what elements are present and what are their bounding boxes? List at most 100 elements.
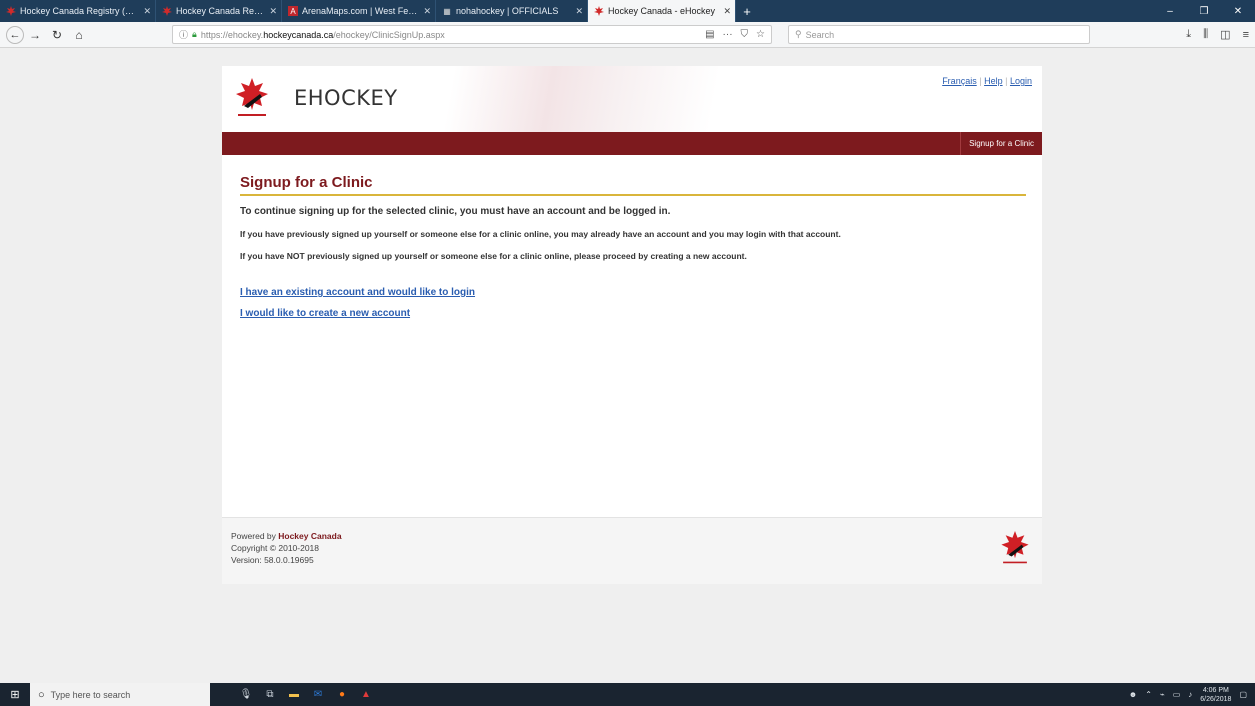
- search-icon: ⚲: [795, 29, 802, 39]
- browser-tab[interactable]: A ArenaMaps.com | West Ferris C ✕: [282, 0, 436, 22]
- site-container: EHOCKEY Français | Help | Login Signup f…: [222, 66, 1042, 584]
- new-account-text: If you have NOT previously signed up you…: [240, 251, 747, 261]
- header-links: Français | Help | Login: [942, 76, 1032, 86]
- close-tab-icon[interactable]: ✕: [143, 6, 151, 17]
- browser-tab[interactable]: Hockey Canada Registry (HCR) ✕: [156, 0, 282, 22]
- footer-text: Powered by Hockey Canada Copyright © 201…: [231, 530, 342, 566]
- volume-icon[interactable]: ♪: [1188, 690, 1192, 699]
- show-hidden-icons[interactable]: ⌃: [1145, 690, 1152, 699]
- hockey-canada-favicon-icon: [6, 6, 16, 16]
- toolbar-right: ⤓ ⫼ ◫ ≡: [1186, 25, 1249, 44]
- previous-account-text: If you have previously signed up yoursel…: [240, 229, 841, 239]
- menu-icon[interactable]: ≡: [1243, 29, 1249, 41]
- hockey-canada-favicon-icon: [594, 6, 604, 16]
- downloads-icon[interactable]: ⤓: [1186, 28, 1191, 41]
- firefox-icon[interactable]: ●: [330, 683, 354, 706]
- close-tab-icon[interactable]: ✕: [423, 6, 431, 17]
- cortana-circle-icon: ○: [38, 688, 45, 701]
- minimize-button[interactable]: –: [1153, 0, 1187, 22]
- bookmark-star-icon[interactable]: ☆: [756, 29, 765, 40]
- powered-by-line: Powered by Hockey Canada: [231, 530, 342, 542]
- powered-by-label: Powered by: [231, 531, 279, 541]
- main-content: Signup for a Clinic To continue signing …: [240, 174, 1026, 319]
- close-tab-icon[interactable]: ✕: [269, 6, 277, 17]
- browser-tab[interactable]: Hockey Canada Registry (HCR) ✕: [0, 0, 156, 22]
- url-host: hockeycanada.ca: [263, 29, 334, 40]
- url-path: /ehockey/ClinicSignUp.aspx: [333, 29, 445, 40]
- lock-icon: 🔒︎: [192, 29, 197, 39]
- help-link[interactable]: Help: [984, 76, 1003, 86]
- taskbar-search[interactable]: ○ Type here to search: [30, 683, 210, 706]
- system-tray: ☻ ⌃ ⌁ ▭ ♪ 4:06 PM 6/26/2018 ▢: [1129, 683, 1255, 706]
- microphone-icon[interactable]: 🎙︎: [234, 683, 258, 706]
- home-icon[interactable]: ⌂: [68, 25, 90, 45]
- site-footer: Powered by Hockey Canada Copyright © 201…: [222, 517, 1042, 584]
- url-prefix: https://ehockey.: [200, 29, 264, 40]
- clock[interactable]: 4:06 PM 6/26/2018: [1200, 686, 1231, 704]
- taskbar-apps: 🎙︎ ⧉ ▬ ✉ ● ▲: [234, 683, 378, 706]
- new-tab-button[interactable]: +: [736, 0, 758, 22]
- close-tab-icon[interactable]: ✕: [723, 6, 731, 17]
- back-icon[interactable]: ←: [6, 25, 24, 44]
- library-icon[interactable]: ⫼: [1203, 28, 1208, 41]
- sidebar-icon[interactable]: ◫: [1220, 28, 1230, 41]
- nav-signup-clinic[interactable]: Signup for a Clinic: [960, 132, 1042, 155]
- page-title: Signup for a Clinic: [240, 174, 1026, 196]
- url-tools: ▤ ··· ⛉ ☆: [705, 26, 771, 43]
- french-link[interactable]: Français: [942, 76, 977, 86]
- site-favicon-icon: ▦: [443, 6, 451, 16]
- browser-nav-bar: ← → ↻ ⌂ ⓘ 🔒︎ https://ehockey. hockeycanad…: [0, 22, 1255, 48]
- intro-text: To continue signing up for the selected …: [240, 206, 671, 217]
- notifications-icon[interactable]: ▢: [1239, 690, 1247, 699]
- network-icon[interactable]: ⌁: [1160, 690, 1165, 699]
- tab-title: ArenaMaps.com | West Ferris C: [302, 6, 420, 16]
- search-box[interactable]: ⚲ Search: [788, 25, 1090, 44]
- battery-icon[interactable]: ▭: [1173, 690, 1181, 699]
- clock-date: 6/26/2018: [1200, 695, 1232, 703]
- link-separator: |: [1005, 76, 1008, 86]
- pdf-reader-icon[interactable]: ▲: [354, 683, 378, 706]
- browser-tab-active[interactable]: Hockey Canada - eHockey ✕: [588, 0, 736, 22]
- reader-view-icon[interactable]: ▤: [705, 29, 714, 40]
- taskbar-search-placeholder: Type here to search: [50, 689, 131, 700]
- site-header: EHOCKEY Français | Help | Login: [222, 66, 1042, 132]
- arenamaps-favicon-icon: A: [288, 6, 298, 16]
- close-window-button[interactable]: ✕: [1221, 0, 1255, 22]
- outlook-icon[interactable]: ✉: [306, 683, 330, 706]
- login-link[interactable]: Login: [1010, 76, 1032, 86]
- clock-time: 4:06 PM: [1202, 686, 1229, 694]
- search-placeholder: Search: [805, 29, 835, 40]
- window-controls: – ❐ ✕: [1153, 0, 1255, 22]
- browser-tab[interactable]: ▦ nohahockey | OFFICIALS ✕: [436, 0, 588, 22]
- tab-title: Hockey Canada Registry (HCR): [20, 6, 140, 16]
- windows-start-icon[interactable]: ⊞: [0, 683, 30, 706]
- footer-hockey-canada-logo-icon: [1001, 531, 1029, 564]
- page-actions-icon[interactable]: ···: [723, 29, 733, 40]
- people-icon[interactable]: ☻: [1129, 690, 1137, 699]
- reload-icon[interactable]: ↻: [46, 25, 68, 45]
- address-bar[interactable]: ⓘ 🔒︎ https://ehockey. hockeycanada.ca/eho…: [172, 25, 772, 44]
- existing-account-login-link[interactable]: I have an existing account and would lik…: [240, 287, 1026, 298]
- hockey-canada-favicon-icon: [162, 6, 172, 16]
- tab-title: Hockey Canada - eHockey: [608, 6, 716, 16]
- hockey-canada-logo-icon[interactable]: [232, 76, 272, 120]
- create-account-link[interactable]: I would like to create a new account: [240, 308, 1026, 319]
- link-separator: |: [979, 76, 982, 86]
- pocket-icon[interactable]: ⛉: [741, 29, 749, 40]
- task-view-icon[interactable]: ⧉: [258, 683, 282, 706]
- version-text: Version: 58.0.0.19695: [231, 555, 314, 565]
- forward-icon[interactable]: →: [24, 25, 46, 45]
- close-tab-icon[interactable]: ✕: [575, 6, 583, 17]
- tab-title: nohahockey | OFFICIALS: [456, 6, 559, 16]
- site-brand: EHOCKEY: [294, 86, 398, 110]
- tab-title: Hockey Canada Registry (HCR): [176, 6, 266, 16]
- browser-tab-bar: Hockey Canada Registry (HCR) ✕ Hockey Ca…: [0, 0, 1255, 22]
- powered-by-link[interactable]: Hockey Canada: [278, 531, 341, 541]
- copyright-text: Copyright © 2010-2018: [231, 543, 320, 553]
- info-icon[interactable]: ⓘ: [179, 28, 188, 41]
- os-taskbar: ⊞ ○ Type here to search 🎙︎ ⧉ ▬ ✉ ● ▲ ☻ ⌃…: [0, 683, 1255, 706]
- file-explorer-icon[interactable]: ▬: [282, 683, 306, 706]
- maximize-button[interactable]: ❐: [1187, 0, 1221, 22]
- site-nav-bar: Signup for a Clinic: [222, 132, 1042, 155]
- page-viewport: EHOCKEY Français | Help | Login Signup f…: [0, 48, 1255, 683]
